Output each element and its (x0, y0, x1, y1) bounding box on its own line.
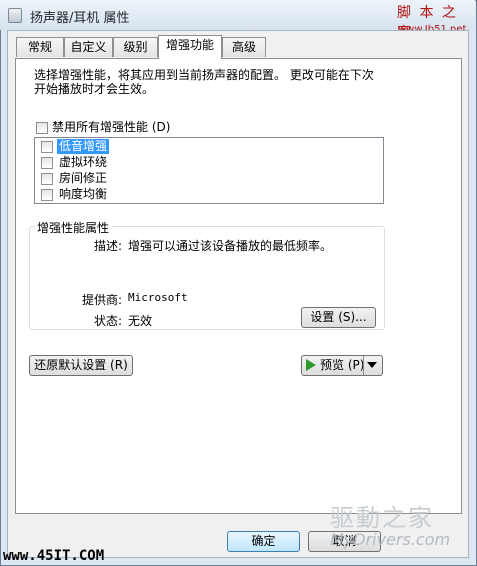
description-line-2: 开始播放时才会生效。 (34, 82, 155, 96)
description-value: 增强可以通过该设备播放的最低频率。 (128, 239, 333, 253)
tab-advanced[interactable]: 高级 (222, 37, 266, 57)
watermark-bottom-left: www.45IT.COM (3, 548, 105, 564)
provider-label: 提供商: (82, 293, 123, 307)
chevron-down-icon[interactable] (367, 362, 377, 368)
enhancement-label[interactable]: 响度均衡 (59, 187, 107, 202)
ok-button[interactable]: 确定 (227, 531, 300, 552)
enhancement-label[interactable]: 低音增强 (57, 139, 110, 154)
enhancement-checkbox[interactable] (41, 141, 53, 153)
watermark-brand-url: MyDrivers.com (330, 530, 451, 549)
window-title: 扬声器/耳机 属性 (30, 11, 130, 26)
speaker-icon (8, 8, 22, 23)
tab-custom[interactable]: 自定义 (64, 37, 113, 57)
provider-value: Microsoft (128, 291, 188, 304)
status-label: 状态: (94, 314, 123, 328)
description-label: 描述: (94, 239, 123, 253)
settings-button[interactable]: 设置 (S)... (301, 307, 376, 328)
disable-all-checkbox[interactable] (36, 122, 48, 134)
split-divider (363, 356, 364, 375)
enhancement-label[interactable]: 虚拟环绕 (59, 155, 107, 170)
tab-levels[interactable]: 级别 (113, 37, 158, 57)
disable-all-label[interactable]: 禁用所有增强性能 (D) (52, 120, 170, 135)
watermark-brand: 驱動之家 (330, 504, 434, 532)
description-line-1: 选择增强性能，将其应用到当前扬声器的配置。 更改可能在下次 (34, 68, 374, 82)
enhancement-checkbox[interactable] (41, 173, 53, 185)
play-icon (306, 359, 316, 371)
enhancement-checkbox[interactable] (41, 189, 53, 201)
restore-defaults-button[interactable]: 还原默认设置 (R) (29, 355, 133, 376)
properties-group-title: 增强性能属性 (34, 219, 113, 236)
status-value: 无效 (128, 314, 153, 328)
enhancement-label[interactable]: 房间修正 (59, 171, 107, 186)
tab-general[interactable]: 常规 (16, 37, 64, 57)
enhancement-checkbox[interactable] (41, 157, 53, 169)
tab-enhancements[interactable]: 增强功能 (158, 35, 222, 59)
preview-label: 预览 (P) (320, 358, 365, 372)
